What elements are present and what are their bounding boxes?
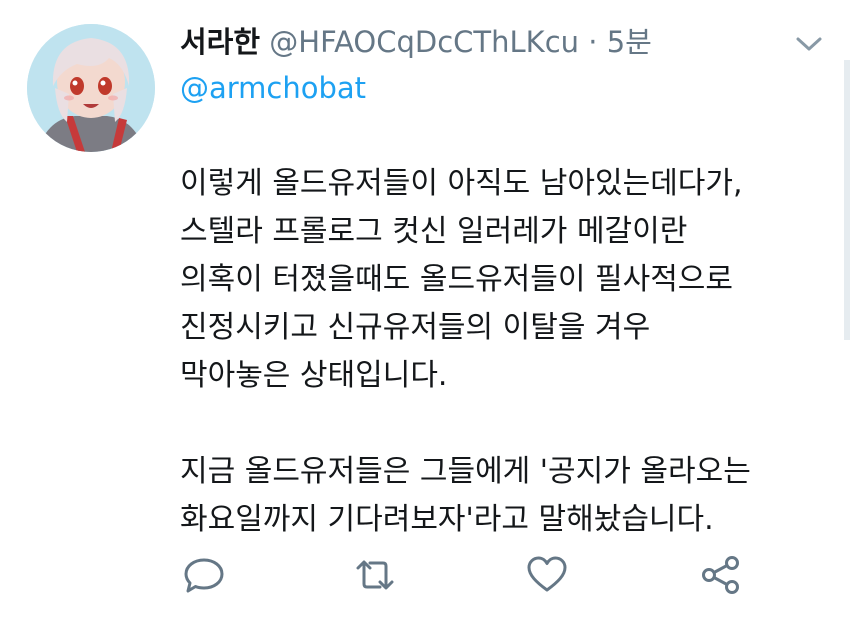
tweet-header: 서라한 @HFAOCqDcCThLKcu · 5분 xyxy=(180,22,780,62)
separator-dot: · xyxy=(588,25,598,59)
tweet-line: 진정시키고 신규유저들의 이탈을 겨우 xyxy=(180,310,651,345)
retweet-icon[interactable] xyxy=(352,552,398,598)
avatar[interactable] xyxy=(27,24,155,152)
tweet-line: 의혹이 터졌을때도 올드유저들이 필사적으로 xyxy=(180,262,734,297)
scrollbar-edge xyxy=(844,60,850,340)
reply-icon[interactable] xyxy=(181,552,227,598)
tweet-line: 지금 올드유저들은 그들에게 '공지가 올라오는 xyxy=(180,454,751,489)
timestamp[interactable]: 5분 xyxy=(607,25,652,59)
reply-to-handle[interactable]: @armchobat xyxy=(180,68,366,108)
tweet-line: 이렇게 올드유저들이 아직도 남아있는데다가, xyxy=(180,166,743,201)
tweet-line: 화요일까지 기다려보자'라고 말해놨습니다. xyxy=(180,502,714,537)
author-name[interactable]: 서라한 xyxy=(180,25,260,59)
tweet-paragraph-2: 지금 올드유저들은 그들에게 '공지가 올라오는 화요일까지 기다려보자'라고 … xyxy=(180,448,830,544)
tweet-actions xyxy=(0,552,850,602)
tweet-text: 이렇게 올드유저들이 아직도 남아있는데다가, 스텔라 프롤로그 컷신 일러레가… xyxy=(180,160,830,544)
tweet-paragraph-1: 이렇게 올드유저들이 아직도 남아있는데다가, 스텔라 프롤로그 컷신 일러레가… xyxy=(180,160,830,400)
tweet-line: 막아놓은 상태입니다. xyxy=(180,358,448,393)
share-icon[interactable] xyxy=(698,552,744,598)
heart-icon[interactable] xyxy=(524,552,570,598)
avatar-image xyxy=(27,24,155,152)
chevron-down-icon[interactable] xyxy=(794,34,824,54)
tweet-line: 스텔라 프롤로그 컷신 일러레가 메갈이란 xyxy=(180,214,688,249)
author-handle[interactable]: @HFAOCqDcCThLKcu xyxy=(269,25,579,59)
